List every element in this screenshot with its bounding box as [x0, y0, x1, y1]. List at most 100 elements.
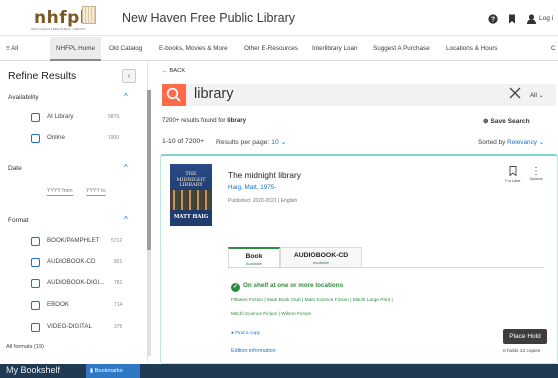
nav-old-catalog[interactable]: Old Catalog — [109, 37, 142, 61]
refine-results-sidebar: Refine Results ‹ Availability ^ At Libra… — [0, 62, 148, 362]
result-title-link[interactable]: The midnight library — [228, 170, 301, 180]
chevron-down-icon: ⌄ — [280, 139, 287, 146]
nav-ebooks-movies[interactable]: E-books, Movies & More — [159, 37, 228, 61]
main-nav: ≡ All NHFPL Home Old Catalog E-books, Mo… — [0, 37, 558, 61]
more-vertical-icon: ⋮ — [531, 166, 541, 177]
place-hold-button[interactable]: Place Hold — [503, 329, 547, 344]
cover-author-text: MATT HAIG — [173, 214, 209, 220]
format-tab-book[interactable]: Book Available — [228, 247, 280, 269]
nav-locations-hours[interactable]: Locations & Hours — [446, 37, 497, 61]
nav-nhfpl-home[interactable]: NHFPL Home — [50, 37, 101, 61]
chevron-up-icon[interactable]: ^ — [124, 215, 128, 224]
book-cover-image[interactable]: THE MIDNIGHT LIBRARY MATT HAIG — [170, 164, 212, 226]
facet-count: 1900 — [108, 135, 120, 141]
for-later-button[interactable]: For Later — [505, 166, 521, 183]
help-circle-icon[interactable]: ? — [488, 14, 498, 27]
for-later-label: For Later — [505, 179, 521, 183]
login-link[interactable]: Log i — [539, 15, 553, 22]
library-logo[interactable]: nhfpl — [34, 8, 86, 28]
bookmarks-tab[interactable]: ▮ Bookmarks — [86, 364, 140, 378]
sidebar-scrollbar-thumb[interactable] — [147, 90, 151, 250]
search-button[interactable] — [162, 84, 186, 106]
bookmark-outline-icon — [505, 166, 521, 179]
facet-label: At Library — [47, 113, 74, 120]
nav-more[interactable]: C — [551, 37, 556, 61]
facet-option[interactable]: EBOOK 714 — [0, 300, 140, 312]
sort-value: Relevancy — [507, 139, 537, 146]
search-scope-select[interactable]: All ⌄ — [530, 92, 544, 99]
site-header: nhfpl NEW HAVEN FREE PUBLIC LIBRARY New … — [0, 0, 558, 36]
facet-label: AUDIOBOOK-DIGI... — [47, 279, 105, 286]
checkbox[interactable] — [31, 323, 40, 332]
format-heading[interactable]: Format — [8, 217, 29, 224]
user-icon[interactable] — [527, 14, 536, 27]
branch-locations-line-1[interactable]: Fitkwen Fiction | Main Book Club | Main … — [231, 298, 393, 303]
checkbox[interactable] — [31, 279, 40, 288]
facet-count: 714 — [114, 302, 123, 308]
search-plus-icon: ⊕ — [483, 118, 489, 125]
date-from-input[interactable]: YYYY from — [47, 188, 73, 196]
tab-divider — [228, 267, 544, 268]
map-pin-icon: ● — [231, 331, 234, 336]
save-search-button[interactable]: ⊕ Save Search — [483, 117, 530, 125]
nav-suggest-purchase[interactable]: Suggest A Purchase — [373, 37, 430, 61]
branch-locations-line-2[interactable]: Mitchl Science Fiction | Wilson Fiction — [231, 312, 311, 317]
facet-option[interactable]: Online 1900 — [0, 133, 140, 145]
checkbox[interactable] — [31, 258, 40, 267]
tab-label: Book — [245, 253, 263, 260]
shelf-status-text: On shelf at one or more locations — [243, 282, 344, 289]
checkbox[interactable] — [31, 237, 40, 246]
edition-information-link[interactable]: Edition information — [231, 348, 276, 354]
chevron-up-icon[interactable]: ^ — [124, 163, 128, 172]
checkbox[interactable] — [31, 113, 40, 122]
tab-availability: Available — [312, 260, 330, 265]
cover-title-text: THE MIDNIGHT LIBRARY — [176, 171, 206, 189]
shelf-status: ✓ On shelf at one or more locations — [231, 282, 343, 292]
nav-interlibrary-loan[interactable]: Interlibrary Loan — [312, 37, 358, 61]
nav-other-eresources[interactable]: Other E-Resources — [244, 37, 298, 61]
chevron-down-icon: ⌄ — [538, 139, 545, 146]
facet-option[interactable]: VIDEO-DIGITAL 375 — [0, 322, 140, 334]
results-found-term: library — [227, 117, 247, 124]
format-tab-audiobook-cd[interactable]: AUDIOBOOK-CD Available — [280, 247, 362, 268]
date-heading[interactable]: Date — [8, 165, 22, 172]
facet-label: AUDIOBOOK-CD — [47, 258, 96, 265]
date-to-input[interactable]: YYYY to — [86, 188, 106, 196]
checkbox[interactable] — [31, 134, 40, 143]
facet-label: BOOK/PAMPHLET — [47, 237, 100, 244]
checkbox[interactable] — [31, 301, 40, 310]
my-bookshelf-label[interactable]: My Bookshelf — [6, 365, 60, 375]
facet-option[interactable]: AUDIOBOOK-CD 851 — [0, 257, 140, 269]
options-label: Options — [529, 177, 543, 181]
chevron-up-icon[interactable]: ^ — [124, 92, 128, 101]
facet-label: EBOOK — [47, 301, 70, 308]
results-per-page-select[interactable]: Results per page: 10 ⌄ — [216, 138, 286, 146]
search-input[interactable]: library — [194, 86, 233, 102]
options-button[interactable]: ⋮ Options — [527, 166, 545, 181]
availability-heading[interactable]: Availability — [8, 94, 39, 101]
find-copy-link[interactable]: ● Find a copy — [231, 331, 260, 336]
bookmark-icon[interactable] — [508, 14, 516, 27]
sort-label: Sorted by — [478, 139, 506, 146]
per-page-label: Results per page: — [216, 139, 270, 146]
site-title: New Haven Free Public Library — [122, 11, 295, 25]
clear-search-icon[interactable] — [509, 86, 521, 102]
results-range: 1-10 of 7200+ — [162, 138, 205, 145]
cover-bookshelf-art — [170, 190, 212, 210]
my-bookshelf-bar[interactable]: My Bookshelf ▮ Bookmarks — [0, 364, 558, 378]
holds-copies-count: 0 holds 12 copies — [503, 349, 541, 354]
sort-select[interactable]: Sorted by Relevancy ⌄ — [478, 138, 544, 146]
facet-option[interactable]: AUDIOBOOK-DIGI... 781 — [0, 278, 140, 290]
facet-count: 5712 — [111, 238, 123, 244]
results-found-text: 7200+ results found for library — [162, 117, 246, 124]
collapse-sidebar-button[interactable]: ‹ — [122, 69, 136, 83]
facet-label: Online — [47, 134, 65, 141]
nav-all-menu[interactable]: ≡ All — [6, 37, 18, 61]
chevron-down-icon: ⌄ — [538, 92, 544, 99]
facet-option[interactable]: BOOK/PAMPHLET 5712 — [0, 236, 140, 248]
back-link[interactable]: ← BACK — [162, 68, 185, 74]
all-formats-link[interactable]: All formats (19) — [6, 344, 44, 350]
result-author-link[interactable]: Haig, Matt, 1975- — [228, 184, 276, 191]
per-page-value: 10 — [271, 139, 279, 146]
facet-option[interactable]: At Library 5870 — [0, 112, 140, 124]
